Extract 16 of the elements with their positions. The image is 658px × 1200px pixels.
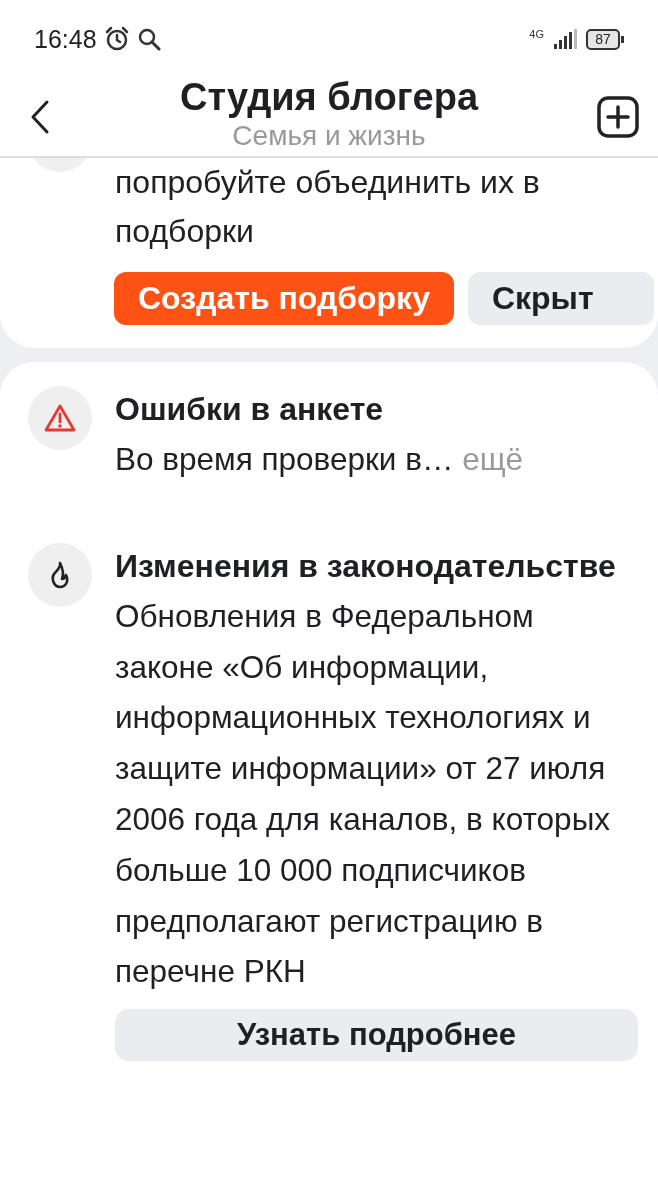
network-label: 4G [529,28,544,40]
battery-level: 87 [586,28,620,50]
back-icon[interactable] [29,99,51,135]
hide-button[interactable]: Скрыт [467,272,654,325]
learn-more-button[interactable]: Узнать подробнее [115,1009,638,1062]
clock-time: 16:48 [34,24,97,54]
search-icon [136,27,161,51]
page-title: Студия блогера [179,75,479,119]
notice-title: Ошибки в анкете [115,390,385,429]
add-icon[interactable] [597,96,639,138]
promo-text: попробуйте объединить их в подборки [115,163,541,251]
warning-icon [44,403,76,433]
notice-text: Обновления в Федеральном законе «Об информации, информационных технологиях и защите информации» от 27 июля 2006 года для каналов, в которых больше 10 000 подписчиков предполагают регистрацию в перечне РКН [115,597,611,990]
notice-title: Изменения в законодательстве [115,546,617,586]
notice-text: Во время проверки в… [115,441,454,477]
channel-subtitle: Семья и жизнь [232,119,426,153]
